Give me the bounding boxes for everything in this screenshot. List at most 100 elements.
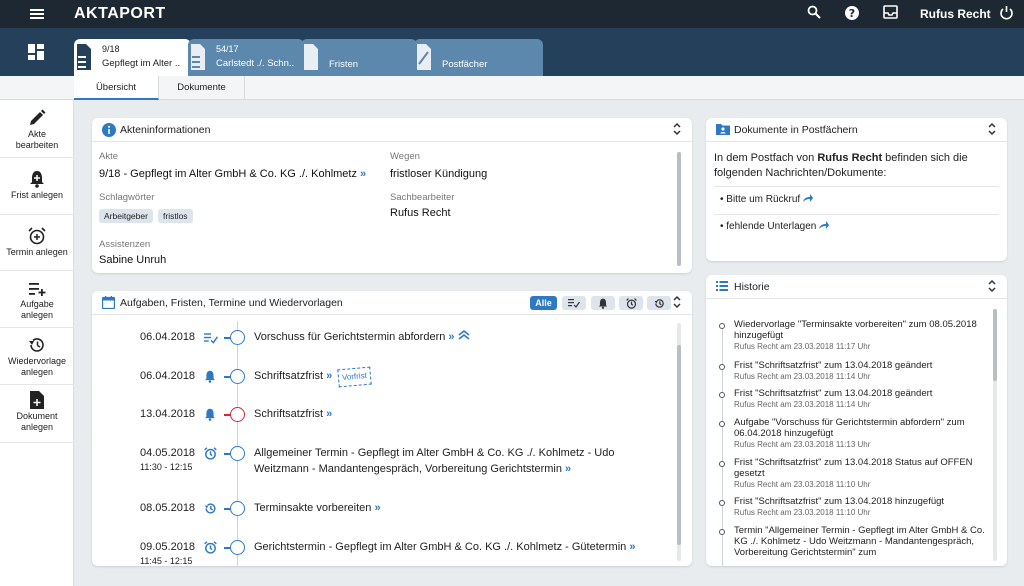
postfach-item[interactable]: • Bitte um Rückruf [720, 194, 813, 205]
history-text-main: Frist "Schriftsatzfrist" zum 13.04.2018 … [734, 457, 973, 479]
card-title: Dokumente in Postfächern [734, 124, 858, 136]
wiedervorlage-anlegen-button[interactable]: Wiedervorlage anlegen [0, 328, 74, 385]
document-plus-icon [30, 391, 44, 409]
frist-anlegen-button[interactable]: Frist anlegen [0, 158, 74, 215]
task-title: Terminsakte vorbereiten [254, 502, 372, 514]
divider [714, 214, 999, 215]
task-text[interactable]: Schriftsatzfrist » [254, 406, 654, 422]
bell-icon [204, 408, 216, 421]
task-date: 06.04.2018 [140, 370, 196, 382]
history-meta: Rufus Recht am 23.03.2018 11:14 Uhr [734, 372, 871, 381]
expand-collapse-icon[interactable] [987, 279, 997, 293]
akte-label: Akte [99, 151, 119, 162]
dokument-anlegen-button[interactable]: Dokument anlegen [0, 385, 74, 443]
task-link-icon[interactable]: » [326, 370, 332, 382]
search-icon[interactable] [805, 5, 823, 23]
timeline-node [230, 369, 245, 384]
aufgaben-card: Aufgaben, Fristen, Termine und Wiedervor… [92, 291, 692, 566]
dashboard-icon[interactable] [28, 44, 44, 63]
app-logo[interactable]: AKTAPORT [74, 5, 166, 23]
tab-akte-9-18[interactable]: 9/18 Gepflegt im Alter ... [74, 39, 191, 76]
filter-wiedervorlagen-button[interactable] [647, 296, 671, 310]
scrollbar-thumb[interactable] [677, 152, 681, 266]
expand-collapse-icon[interactable] [987, 122, 997, 136]
task-link-icon[interactable]: » [565, 463, 571, 475]
bell-icon [204, 370, 216, 383]
task-text[interactable]: Schriftsatzfrist » Vorfrist [254, 366, 654, 388]
filter-all-button[interactable]: Alle [530, 296, 557, 310]
postfach-item-label: Bitte um Rückruf [726, 194, 801, 205]
help-icon[interactable]: ? [843, 5, 861, 23]
wegen-label: Wegen [390, 151, 420, 162]
expand-collapse-icon[interactable] [672, 122, 682, 136]
scrollbar[interactable] [677, 152, 681, 266]
timeline-node [230, 501, 245, 516]
akte-bearbeiten-button[interactable]: Akte bearbeiten [0, 100, 74, 158]
card-header: Dokumente in Postfächern [706, 118, 1007, 142]
forward-arrow-icon [819, 221, 830, 229]
postfach-intro-pre: In dem Postfach von [714, 152, 818, 164]
task-link-icon[interactable]: » [629, 541, 635, 553]
history-text: Frist "Schriftsatzfrist" zum 13.04.2018 … [734, 388, 992, 410]
akte-value-text: 9/18 - Gepflegt im Alter GmbH & Co. KG .… [99, 168, 357, 180]
divider [714, 186, 999, 187]
wegen-value: fristloser Kündigung [390, 168, 488, 180]
task-text[interactable]: Terminsakte vorbereiten » [254, 500, 654, 516]
expand-collapse-icon[interactable] [672, 295, 682, 309]
timeline-node-overdue [230, 407, 245, 422]
action-sidebar: Akte bearbeiten Frist anlegen Termin anl… [0, 100, 74, 586]
filter-fristen-button[interactable] [591, 296, 615, 310]
tab-postfaecher[interactable]: Postfächer [414, 39, 543, 76]
history-text-main: Frist "Schriftsatzfrist" zum 13.04.2018 … [734, 496, 945, 507]
tab-dokumente[interactable]: Dokumente [159, 76, 245, 100]
document-icon [191, 44, 205, 70]
akte-link-icon[interactable]: » [360, 168, 366, 180]
tab-uebersicht[interactable]: Übersicht [74, 76, 159, 100]
task-text[interactable]: Gerichtstermin - Gepflegt im Alter GmbH … [254, 539, 654, 555]
history-dot [719, 529, 725, 535]
postfach-item[interactable]: • fehlende Unterlagen [720, 221, 830, 232]
history-meta: Rufus Recht am 23.03.2018 11:13 Uhr [734, 440, 871, 449]
filter-aufgaben-button[interactable] [562, 296, 586, 310]
sidebar-label: Aufgabe anlegen [20, 299, 54, 320]
scrollbar[interactable] [993, 309, 997, 561]
history-meta: Rufus Recht am 23.03.2018 11:17 Uhr [734, 342, 871, 351]
card-title: Akteninformationen [120, 124, 211, 136]
history-icon [29, 338, 44, 352]
filter-termine-button[interactable] [619, 296, 643, 310]
sidebar-label: Wiedervorlage anlegen [7, 356, 67, 377]
tab-number: 9/18 [102, 44, 120, 54]
history-text-main: Wiedervorlage "Terminsakte vorbereiten" … [734, 319, 977, 341]
aufgabe-anlegen-button[interactable]: Aufgabe anlegen [0, 271, 74, 328]
historie-card: Historie Wiedervorlage "Terminsakte vorb… [706, 275, 1007, 566]
task-text[interactable]: Allgemeiner Termin - Gepflegt im Alter G… [254, 445, 634, 477]
task-title: Schriftsatzfrist [254, 370, 324, 382]
history-text: Aufgabe "Vorschuss für Gerichtstermin ab… [734, 417, 992, 450]
task-link-icon[interactable]: » [326, 408, 332, 420]
task-link-icon[interactable]: » [374, 502, 380, 514]
akte-value[interactable]: 9/18 - Gepflegt im Alter GmbH & Co. KG .… [99, 168, 366, 180]
tab-fristen[interactable]: Fristen [301, 39, 417, 76]
inbox-icon[interactable] [881, 5, 899, 23]
scrollbar-thumb[interactable] [993, 309, 997, 381]
svg-text:?: ? [849, 7, 855, 20]
card-title: Historie [734, 281, 770, 293]
scrollbar[interactable] [677, 323, 681, 561]
sidebar-label: Termin anlegen [6, 247, 68, 257]
document-icon [304, 44, 318, 70]
tag-chip[interactable]: fristlos [158, 209, 193, 223]
tab-akte-54-17[interactable]: 54/17 Carlstedt ./. Schn... [188, 39, 304, 76]
top-bar: AKTAPORT ? Rufus Recht [0, 0, 1024, 28]
tag-chip[interactable]: Arbeitgeber [99, 209, 153, 223]
history-meta: Rufus Recht am 23.03.2018 11:14 Uhr [734, 400, 871, 409]
termin-anlegen-button[interactable]: Termin anlegen [0, 215, 74, 271]
card-header: Historie [706, 275, 1007, 299]
menu-icon[interactable] [30, 7, 44, 21]
task-text[interactable]: Vorschuss für Gerichtstermin abfordern » [254, 329, 654, 345]
list-icon [716, 281, 728, 291]
assistenzen-label: Assistenzen [99, 239, 151, 250]
scrollbar-thumb[interactable] [677, 345, 681, 545]
task-link-icon[interactable]: » [448, 331, 454, 343]
power-icon[interactable] [997, 5, 1015, 23]
user-name[interactable]: Rufus Recht [920, 7, 991, 21]
